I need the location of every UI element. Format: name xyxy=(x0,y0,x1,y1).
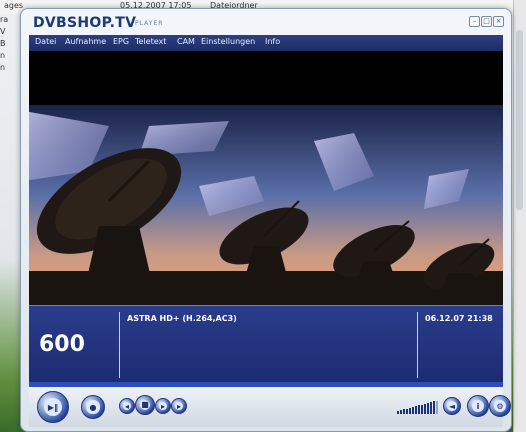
volume-bar xyxy=(436,400,438,414)
next-button[interactable]: ▸ xyxy=(155,398,171,414)
explorer-left-column: ra V B n n xyxy=(0,14,22,314)
play-pause-button[interactable]: ▶‖ xyxy=(37,391,69,423)
stop-icon: ● xyxy=(86,400,100,414)
play-pause-icon: ▶‖ xyxy=(44,398,62,416)
volume-bar xyxy=(412,407,414,414)
previous-icon: ◂ xyxy=(122,402,132,411)
volume-slider[interactable] xyxy=(397,400,439,414)
scrollbar-thumb[interactable] xyxy=(516,30,523,210)
date-time: 06.12.07 21:38 xyxy=(425,314,493,323)
volume-bar xyxy=(397,411,399,414)
player-window: DVBSHOP.TV PLAYER – □ × Datei Aufnahme E… xyxy=(20,8,512,432)
menu-item-aufnahme[interactable]: Aufnahme xyxy=(65,37,106,46)
record-icon: ■ xyxy=(139,399,151,411)
volume-button[interactable]: ◄ xyxy=(443,397,461,415)
next-end-icon: ▸ xyxy=(174,402,184,411)
volume-bar xyxy=(421,404,423,414)
divider xyxy=(417,312,418,378)
menu-item-info[interactable]: Info xyxy=(265,37,280,46)
maximize-icon[interactable]: □ xyxy=(481,16,492,27)
video-frame xyxy=(29,51,503,305)
menu-item-datei[interactable]: Datei xyxy=(35,37,56,46)
minimize-icon[interactable]: – xyxy=(469,16,480,27)
volume-bar xyxy=(400,410,402,414)
title-bar[interactable]: DVBSHOP.TV PLAYER – □ × xyxy=(21,9,511,35)
volume-bar xyxy=(415,406,417,414)
explorer-left-item: n xyxy=(0,51,6,60)
close-icon[interactable]: × xyxy=(493,16,504,27)
app-subtitle: PLAYER xyxy=(135,20,164,27)
channel-number: 600 xyxy=(39,332,85,357)
volume-bar xyxy=(403,409,405,414)
info-icon: i xyxy=(472,400,484,412)
scrollbar[interactable] xyxy=(513,0,526,432)
divider xyxy=(119,312,120,378)
menu-item-teletext[interactable]: Teletext xyxy=(135,37,166,46)
settings-button[interactable]: ⚙ xyxy=(489,395,511,417)
record-button[interactable]: ■ xyxy=(135,395,155,415)
settings-icon: ⚙ xyxy=(494,400,506,412)
channel-info-panel: 600 ASTRA HD+ (H.264,AC3) 06.12.07 21:38 xyxy=(29,305,503,388)
volume-bar xyxy=(430,402,432,414)
next-end-button[interactable]: ▸ xyxy=(171,398,187,414)
channel-name: ASTRA HD+ (H.264,AC3) xyxy=(127,314,237,323)
info-button[interactable]: i xyxy=(467,395,489,417)
menu-item-cam[interactable]: CAM xyxy=(177,37,195,46)
explorer-left-item: n xyxy=(0,63,6,72)
explorer-left-item: ra xyxy=(0,15,9,24)
volume-bar xyxy=(427,403,429,414)
control-bar: ▶‖ ● ◂ ■ ▸ ▸ ◄ i ⚙ xyxy=(29,387,511,427)
menu-bar: Datei Aufnahme EPG Teletext CAM Einstell… xyxy=(29,35,503,51)
volume-icon: ◄ xyxy=(447,401,457,411)
volume-bar xyxy=(424,403,426,414)
video-display[interactable] xyxy=(29,51,503,305)
menu-item-einstellungen[interactable]: Einstellungen xyxy=(201,37,255,46)
previous-button[interactable]: ◂ xyxy=(119,398,135,414)
volume-bar xyxy=(433,401,435,414)
explorer-left-item: B xyxy=(0,39,6,48)
volume-bar xyxy=(406,408,408,414)
volume-bar xyxy=(409,407,411,414)
stop-button[interactable]: ● xyxy=(81,395,105,419)
app-title: DVBSHOP.TV xyxy=(33,15,137,31)
volume-bar xyxy=(418,405,420,414)
next-icon: ▸ xyxy=(158,402,168,411)
menu-item-epg[interactable]: EPG xyxy=(113,37,129,46)
explorer-left-item: V xyxy=(0,27,6,36)
